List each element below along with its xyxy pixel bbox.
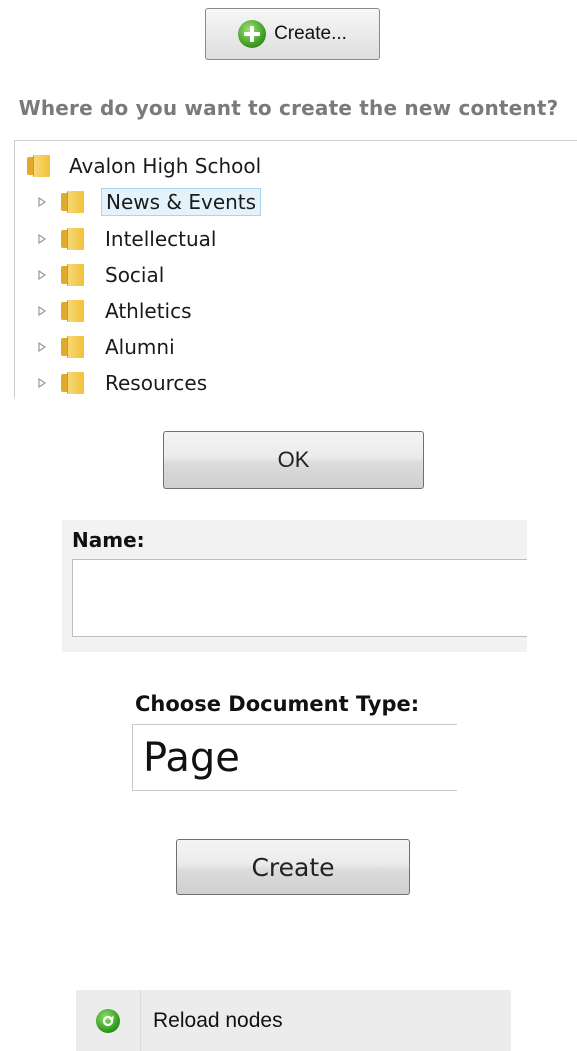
folder-icon [27,155,51,177]
content-tree: Avalon High School News & Events Intelle… [14,140,577,398]
create-toolbar-label: Create... [274,23,347,44]
tree-root[interactable]: Avalon High School [27,151,261,181]
location-question: Where do you want to create the new cont… [18,96,559,120]
expand-arrow-icon[interactable] [35,304,49,318]
create-button[interactable]: Create [176,839,410,895]
create-toolbar-button[interactable]: Create... [205,8,380,60]
expand-arrow-icon[interactable] [35,268,49,282]
tree-item-label: Alumni [105,335,175,359]
tree-item-social[interactable]: Social [35,260,164,290]
tree-item-label: Athletics [105,299,192,323]
reload-nodes-label: Reload nodes [153,1008,283,1032]
document-type-label: Choose Document Type: [135,692,420,716]
folder-icon [61,300,85,322]
refresh-icon [96,1008,120,1033]
expand-arrow-icon[interactable] [35,195,49,209]
reload-icon-cell [76,990,141,1051]
ok-button[interactable]: OK [163,431,424,489]
tree-item-intellectual[interactable]: Intellectual [35,224,216,254]
tree-item-label: Resources [105,371,208,395]
reload-nodes-menu-item[interactable]: Reload nodes [76,990,511,1051]
expand-arrow-icon[interactable] [35,340,49,354]
tree-item-label: News & Events [101,188,262,216]
tree-item-label: Intellectual [105,227,217,251]
document-type-select[interactable]: Page [132,724,457,791]
tree-item-athletics[interactable]: Athletics [35,296,192,326]
tree-item-resources[interactable]: Resources [35,368,207,398]
folder-icon [61,336,85,358]
tree-item-news-events[interactable]: News & Events [35,187,262,217]
folder-icon [61,228,85,250]
expand-arrow-icon[interactable] [35,232,49,246]
folder-icon [61,372,85,394]
folder-icon [61,264,85,286]
tree-item-alumni[interactable]: Alumni [35,332,175,362]
folder-icon [61,191,85,213]
tree-item-label: Social [105,263,165,287]
tree-root-label: Avalon High School [69,154,262,178]
name-input[interactable] [72,559,527,637]
expand-arrow-icon[interactable] [35,376,49,390]
plus-circle-icon [238,20,267,48]
name-label: Name: [72,528,145,552]
